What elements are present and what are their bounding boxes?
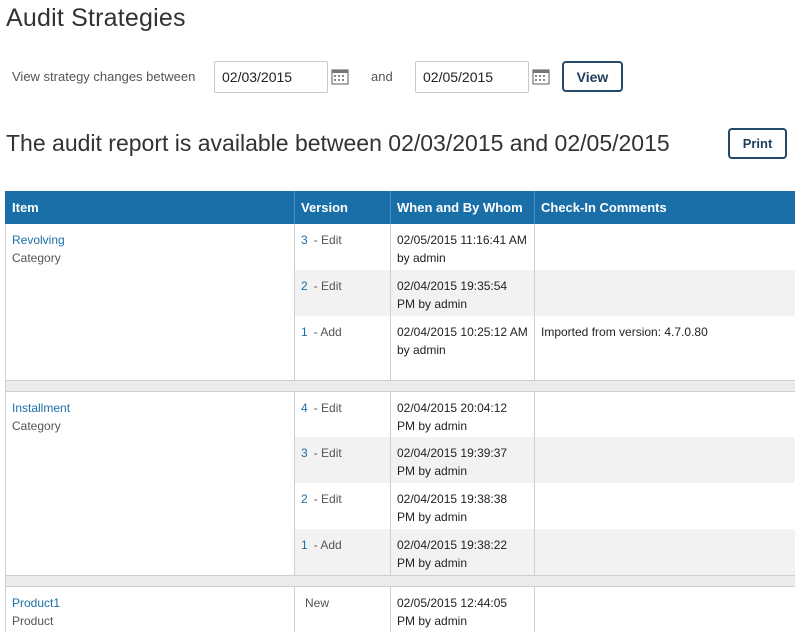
column-header-comments[interactable]: Check-In Comments: [534, 191, 795, 224]
version-status: New: [305, 595, 330, 610]
and-label: and: [371, 69, 393, 84]
when-cell: 02/04/2015 19:39:37 PM by admin: [390, 437, 535, 483]
item-type: Category: [12, 251, 61, 265]
report-heading: The audit report is available between 02…: [6, 130, 670, 156]
when-cell: 02/04/2015 19:35:54 PM by admin: [390, 270, 535, 316]
group-separator: [5, 379, 795, 392]
version-action: - Edit: [313, 492, 342, 506]
version-cell: New: [294, 586, 391, 632]
column-header-when[interactable]: When and By Whom: [390, 191, 535, 224]
version-cell: 2 - Edit: [294, 270, 391, 316]
print-button[interactable]: Print: [728, 128, 787, 159]
item-cell: Installment Category: [5, 391, 295, 575]
when-cell: 02/04/2015 20:04:12 PM by admin: [390, 391, 535, 437]
column-header-item[interactable]: Item: [5, 191, 295, 224]
item-cell: Revolving Category: [5, 224, 295, 380]
when-cell: 02/04/2015 19:38:22 PM by admin: [390, 529, 535, 575]
version-action: - Edit: [313, 279, 342, 293]
when-cell: 02/05/2015 12:44:05 PM by admin: [390, 586, 535, 632]
table-header-row: Item Version When and By Whom Check-In C…: [5, 191, 795, 224]
version-link[interactable]: 1: [301, 538, 308, 552]
comment-cell: [534, 483, 795, 529]
group-separator: [5, 574, 795, 587]
version-cell: 3 - Edit: [294, 224, 391, 270]
when-cell: 02/04/2015 10:25:12 AM by admin: [390, 316, 535, 380]
view-button[interactable]: View: [562, 61, 623, 92]
audit-table: Item Version When and By Whom Check-In C…: [5, 191, 795, 632]
version-link[interactable]: 3: [301, 233, 308, 247]
version-action: - Edit: [313, 446, 342, 460]
version-link[interactable]: 2: [301, 279, 308, 293]
item-link[interactable]: Installment: [12, 399, 288, 417]
version-link[interactable]: 2: [301, 492, 308, 506]
when-cell: 02/04/2015 19:38:38 PM by admin: [390, 483, 535, 529]
comment-cell: [534, 586, 795, 632]
version-action: - Edit: [313, 400, 342, 415]
to-date-input[interactable]: [415, 61, 529, 93]
version-cell: 2 - Edit: [294, 483, 391, 529]
calendar-icon[interactable]: [331, 67, 349, 85]
version-link[interactable]: 1: [301, 325, 308, 339]
column-header-version[interactable]: Version: [294, 191, 391, 224]
comment-cell: [534, 270, 795, 316]
version-link[interactable]: 4: [301, 401, 308, 415]
when-cell: 02/05/2015 11:16:41 AM by admin: [390, 224, 535, 270]
version-cell: 1 - Add: [294, 316, 391, 380]
item-link[interactable]: Product1: [12, 594, 288, 612]
version-action: - Edit: [313, 233, 342, 247]
version-cell: 1 - Add: [294, 529, 391, 575]
comment-cell: [534, 391, 795, 437]
version-link[interactable]: 3: [301, 446, 308, 460]
calendar-icon[interactable]: [532, 67, 550, 85]
table-row: Revolving Category 3 - Edit 02/05/2015 11…: [5, 224, 795, 380]
item-type: Product: [12, 613, 54, 628]
from-date-input[interactable]: [214, 61, 328, 93]
comment-cell: [534, 437, 795, 483]
version-action: - Add: [313, 325, 342, 339]
comment-cell: Imported from version: 4.7.0.80: [534, 316, 795, 380]
filter-row: View strategy changes between and View: [0, 0, 795, 100]
filter-label: View strategy changes between: [12, 69, 196, 84]
table-row: Installment Category 4 - Edit 02/04/2015 …: [5, 391, 795, 575]
comment-cell: [534, 224, 795, 270]
version-cell: 4 - Edit: [294, 391, 391, 437]
table-row: Product1 Product New 02/05/2015 12:44:05…: [5, 586, 795, 632]
version-action: - Add: [313, 538, 342, 552]
comment-cell: [534, 529, 795, 575]
item-type: Category: [12, 418, 61, 433]
item-link[interactable]: Revolving: [12, 231, 288, 249]
version-cell: 3 - Edit: [294, 437, 391, 483]
item-cell: Product1 Product: [5, 586, 295, 632]
